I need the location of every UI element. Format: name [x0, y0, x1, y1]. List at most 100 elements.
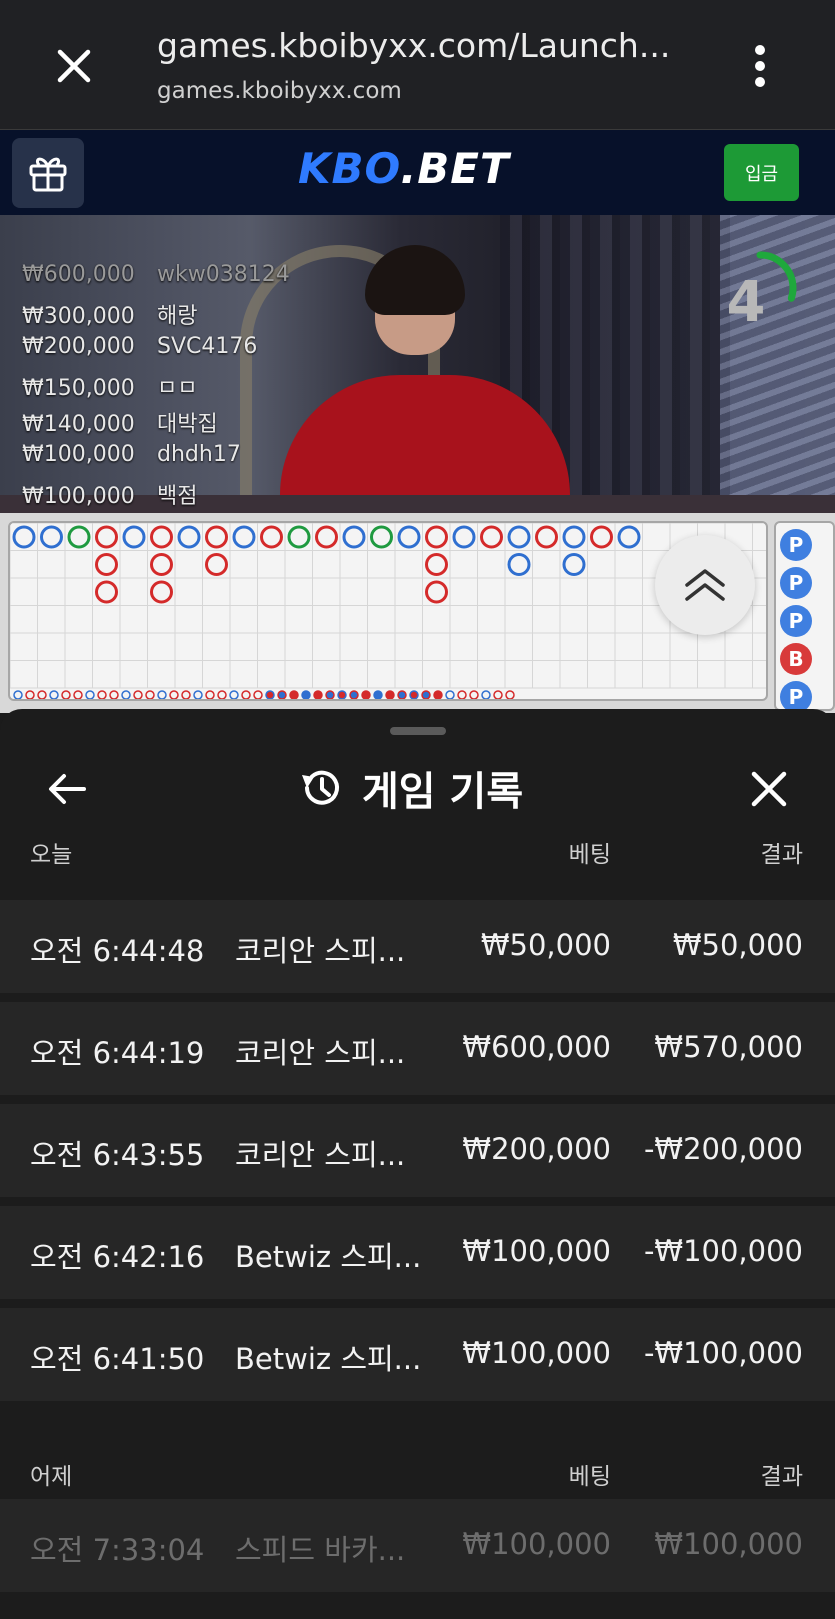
road-mark: [95, 525, 118, 549]
close-icon[interactable]: [746, 766, 792, 812]
history-row[interactable]: 오전 6:42:16 Betwiz 스피... ₩100,000 -₩100,0…: [0, 1206, 835, 1299]
countdown-number: 4: [726, 270, 766, 335]
road-mark: [361, 690, 371, 699]
bead-mark: P: [780, 567, 812, 599]
road-mark: [217, 690, 227, 699]
road-mark: [95, 580, 118, 604]
section-header-today: 오늘 베팅 결과: [30, 842, 803, 868]
road-mark: [481, 690, 491, 699]
road-mark: [493, 690, 503, 699]
road-mark: [315, 525, 338, 549]
brand-logo: KBO.BET: [298, 144, 510, 193]
road-mark: [265, 690, 275, 699]
svg-text:P: P: [789, 609, 804, 633]
road-mark: [133, 690, 143, 699]
browser-page-title[interactable]: games.kboibyxx.com/Launch...: [157, 26, 670, 65]
history-row[interactable]: 오전 6:43:55 코리안 스피... ₩200,000 -₩200,000: [0, 1104, 835, 1197]
history-icon: [302, 770, 339, 805]
more-vert-icon[interactable]: [742, 42, 778, 90]
road-mark: [287, 525, 311, 549]
top-bets-list: ₩600,000 wkw038124 ₩300,000 해랑 ₩200,000 …: [22, 262, 290, 514]
road-mark: [505, 690, 515, 699]
back-arrow-icon[interactable]: [44, 766, 90, 812]
road-mark: [469, 690, 479, 699]
road-mark: [452, 525, 476, 549]
browser-url[interactable]: games.kboibyxx.com: [157, 78, 402, 104]
road-mark: [507, 553, 531, 576]
expand-roadmap-button[interactable]: [655, 535, 755, 635]
svg-text:P: P: [789, 685, 804, 709]
logo-kbo: KBO: [298, 144, 401, 193]
road-mark: [409, 690, 419, 699]
road-mark: [25, 690, 35, 699]
road-mark: [562, 525, 586, 549]
bead-mark: P: [780, 605, 812, 637]
history-row[interactable]: 오전 6:44:19 코리안 스피... ₩600,000 ₩570,000: [0, 1002, 835, 1095]
bet-row: ₩100,000 dhdh17: [22, 442, 241, 467]
road-mark: [13, 690, 23, 699]
game-history-sheet: 게임 기록 오늘 베팅 결과 오전 6:44:48 코리안 스피... ₩50,…: [0, 709, 835, 1619]
road-mark: [507, 525, 531, 549]
road-mark: [445, 690, 455, 699]
road-mark: [205, 553, 228, 576]
road-mark: [49, 690, 59, 699]
road-mark: [253, 690, 263, 699]
bet-row: ₩300,000 해랑: [22, 304, 198, 329]
app-header: KBO.BET 입금: [0, 130, 835, 215]
gift-button[interactable]: [12, 138, 84, 208]
road-mark: [169, 690, 179, 699]
road-mark: [122, 525, 146, 549]
road-mark: [370, 525, 393, 549]
road-mark: [385, 690, 395, 699]
road-mark: [325, 690, 335, 699]
road-mark: [241, 690, 251, 699]
sheet-title: 게임 기록: [298, 759, 523, 817]
road-mark: [397, 690, 407, 699]
deposit-button[interactable]: 입금: [724, 144, 799, 201]
road-mark: [97, 690, 107, 699]
road-mark: [205, 690, 215, 699]
logo-bet: .BET: [400, 144, 510, 193]
drag-handle[interactable]: [390, 727, 446, 735]
double-chevron-up-icon: [685, 569, 725, 601]
svg-text:P: P: [789, 571, 804, 595]
road-mark: [397, 525, 421, 549]
road-mark: [425, 580, 448, 604]
road-mark: [177, 525, 201, 549]
road-mark: [277, 690, 287, 699]
bet-row: ₩100,000 백점: [22, 484, 198, 509]
road-mark: [562, 553, 586, 576]
road-mark: [301, 690, 311, 699]
road-mark: [150, 525, 173, 549]
road-mark: [457, 690, 467, 699]
road-mark: [535, 525, 558, 549]
history-row[interactable]: 오전 6:41:50 Betwiz 스피... ₩100,000 -₩100,0…: [0, 1308, 835, 1401]
bead-road: PPPBP: [774, 521, 835, 713]
bet-row: ₩140,000 대박집: [22, 412, 218, 437]
road-mark: [313, 690, 323, 699]
road-mark: [109, 690, 119, 699]
road-grid: [10, 523, 766, 699]
road-mark: [260, 525, 283, 549]
road-mark: [67, 525, 91, 549]
close-icon[interactable]: [48, 40, 100, 92]
browser-bar: games.kboibyxx.com/Launch... games.kboib…: [0, 0, 835, 130]
history-row[interactable]: 오전 6:44:48 코리안 스피... ₩50,000 ₩50,000: [0, 900, 835, 993]
road-mark: [373, 690, 383, 699]
road-mark: [40, 525, 63, 549]
road-mark: [157, 690, 167, 699]
history-row[interactable]: 오전 7:33:04 스피드 바카... ₩100,000 ₩100,000: [0, 1499, 835, 1592]
road-mark: [193, 690, 203, 699]
road-mark: [229, 690, 239, 699]
bead-mark: P: [780, 529, 812, 561]
road-mark: [617, 525, 641, 549]
road-mark: [421, 690, 431, 699]
bet-row: ₩150,000 ㅁㅁ: [22, 376, 198, 401]
road-mark: [37, 690, 47, 699]
road-mark: [232, 525, 256, 549]
bet-row: ₩200,000 SVC4176: [22, 334, 258, 359]
road-mark: [145, 690, 155, 699]
road-mark: [61, 690, 71, 699]
road-mark: [181, 690, 191, 699]
road-mark: [85, 690, 95, 699]
